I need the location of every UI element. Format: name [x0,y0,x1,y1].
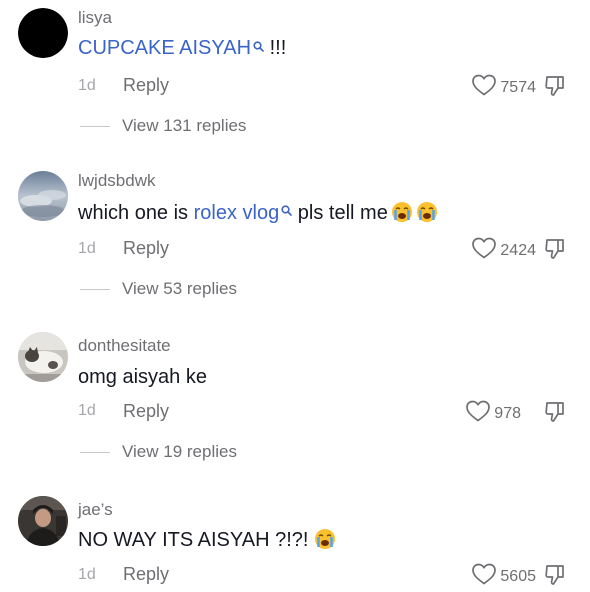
comment-username[interactable]: jae’s [78,500,113,520]
divider [80,451,110,453]
comment-time: 1d [78,240,96,257]
like-button[interactable]: 2424 [471,236,536,265]
search-link[interactable]: rolex vlog [194,202,280,224]
view-replies-label: View 19 replies [122,442,237,461]
loudly-crying-face-icon [314,528,336,556]
view-replies-button[interactable]: View 53 replies [80,279,237,299]
dislike-icon[interactable] [543,400,567,429]
heart-icon [465,399,491,428]
comment-text-part: which one is [78,202,194,224]
reply-button[interactable]: Reply [123,401,169,422]
loudly-crying-face-icon [391,201,413,229]
search-icon[interactable] [253,35,264,58]
dislike-icon[interactable] [543,237,567,266]
like-button[interactable]: 5605 [471,562,536,591]
comment-text-part: NO WAY ITS AISYAH ?!?! [78,529,309,551]
comment-text: omg aisyah ke [78,366,207,389]
divider [80,125,110,127]
view-replies-button[interactable]: View 131 replies [80,116,246,136]
view-replies-label: View 53 replies [122,279,237,298]
comment-time: 1d [78,402,96,419]
like-count: 978 [494,404,521,422]
view-replies-button[interactable]: View 19 replies [80,442,237,462]
dislike-icon[interactable] [543,74,567,103]
search-icon[interactable] [281,199,293,222]
comment-text: which one is rolex vlog pls tell me [78,201,438,229]
comment-text: CUPCAKE AISYAH !!! [78,37,286,60]
heart-icon [471,236,497,265]
like-button[interactable]: 7574 [471,73,536,102]
comment-username[interactable]: lwjdsbdwk [78,171,155,191]
comment-time: 1d [78,77,96,94]
view-replies-label: View 131 replies [122,116,247,135]
avatar[interactable] [18,332,68,382]
reply-button[interactable]: Reply [123,564,169,585]
reply-button[interactable]: Reply [123,238,169,259]
comment-username[interactable]: lisya [78,8,112,28]
comment-time: 1d [78,566,96,583]
comment-text-part: pls tell me [292,202,388,224]
like-count: 5605 [500,567,536,585]
heart-icon [471,562,497,591]
avatar[interactable] [18,496,68,546]
comment-text: NO WAY ITS AISYAH ?!?! [78,528,336,556]
divider [80,288,110,290]
comment-text-part: omg aisyah ke [78,366,207,388]
like-count: 2424 [500,241,536,259]
dislike-icon[interactable] [543,563,567,592]
comment-text-part: !!! [264,37,287,59]
reply-button[interactable]: Reply [123,75,169,96]
comment-username[interactable]: donthesitate [78,336,171,356]
like-button[interactable]: 978 [465,399,521,428]
like-count: 7574 [500,78,536,96]
search-link[interactable]: CUPCAKE AISYAH [78,37,251,59]
avatar[interactable] [18,8,68,58]
loudly-crying-face-icon [416,201,438,229]
heart-icon [471,73,497,102]
avatar[interactable] [18,171,68,221]
